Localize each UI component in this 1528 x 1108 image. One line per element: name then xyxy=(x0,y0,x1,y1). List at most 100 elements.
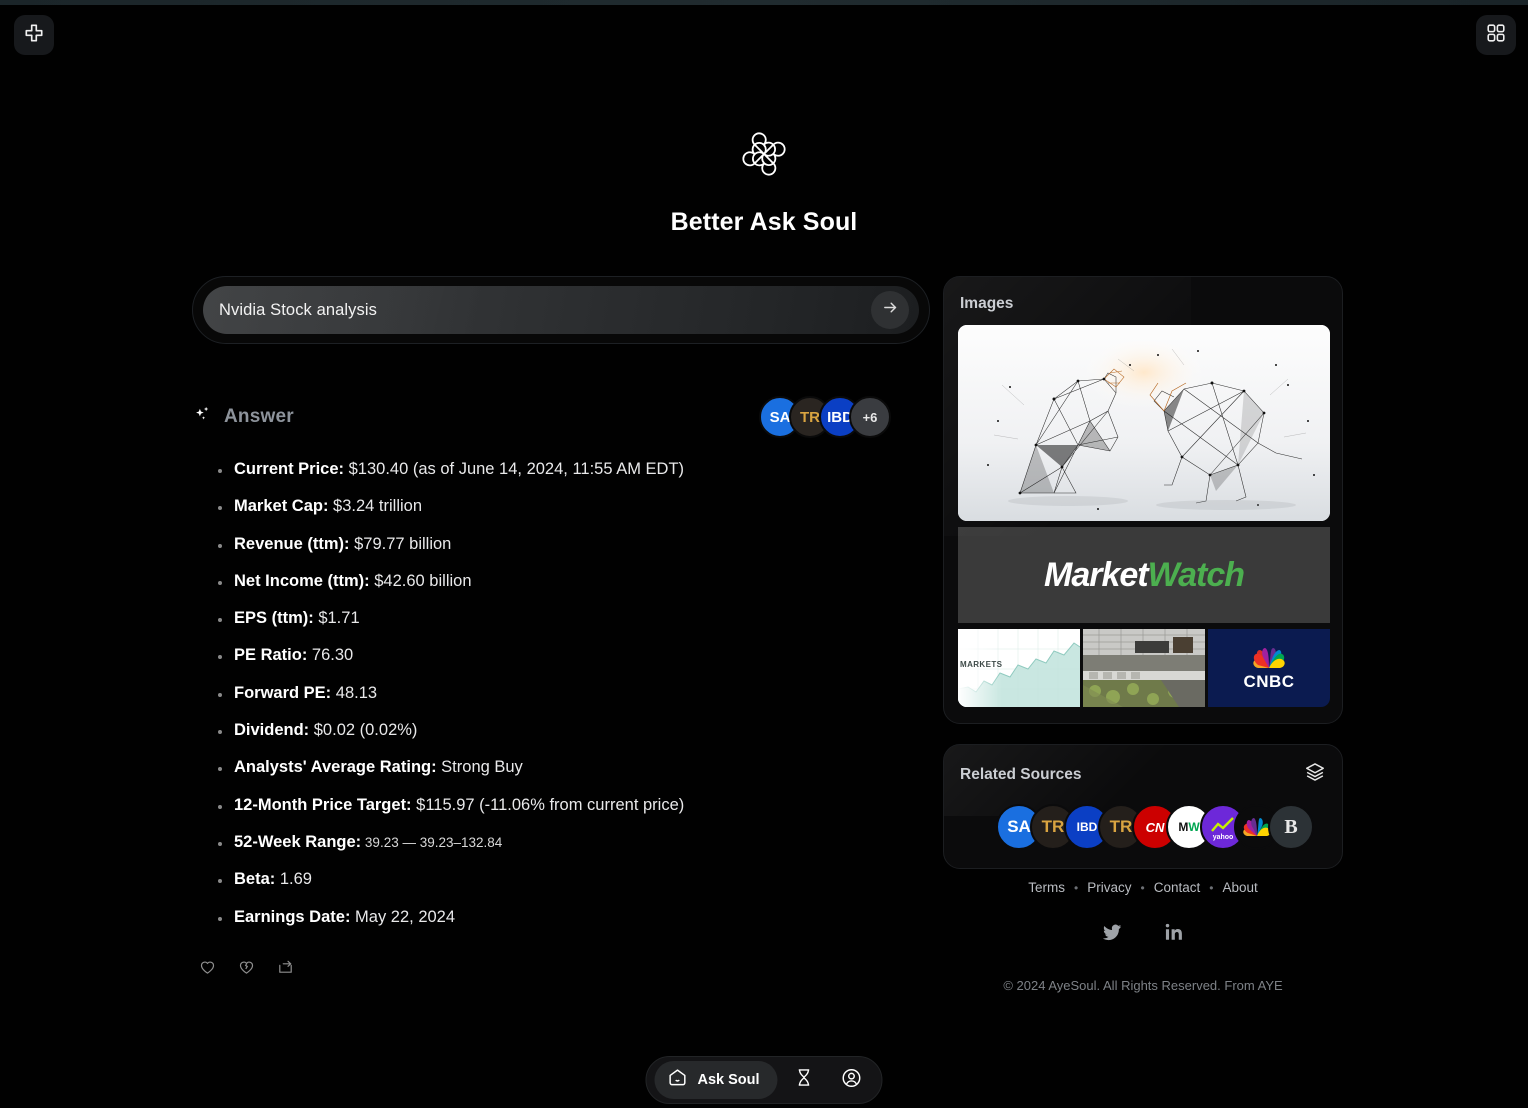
answer-bullet-value: $0.02 (0.02%) xyxy=(309,721,418,740)
sparkles-icon xyxy=(192,404,214,431)
svg-text:yahoo: yahoo xyxy=(1213,834,1234,841)
marketwatch-banner[interactable]: MarketWatch xyxy=(958,527,1330,623)
answer-reactions xyxy=(198,957,932,981)
answer-bullet-label: Analysts' Average Rating: xyxy=(234,758,437,777)
search-submit-button[interactable] xyxy=(871,291,909,329)
share-button[interactable] xyxy=(276,957,295,981)
aerial-rooftop-thumbnail[interactable] xyxy=(1083,629,1205,707)
answer-bullet-label: Revenue (ttm): xyxy=(234,534,350,553)
answer-bullet-item: Current Price: $130.40 (as of June 14, 2… xyxy=(192,460,932,480)
footer-link-about[interactable]: About xyxy=(1222,880,1257,895)
history-button[interactable] xyxy=(782,1061,826,1099)
answer-bullet-value: 39.23 — 39.23–132.84 xyxy=(361,834,503,850)
new-chat-button[interactable] xyxy=(14,15,54,55)
like-button[interactable] xyxy=(198,957,217,981)
answer-column: Nvidia Stock analysis Answer SA TR IBD +… xyxy=(192,276,932,981)
bottom-navigation-bar: Ask Soul xyxy=(645,1056,883,1104)
marketwatch-logo-market: Market xyxy=(1044,555,1149,594)
ask-soul-button[interactable]: Ask Soul xyxy=(654,1061,778,1099)
search-input-value: Nvidia Stock analysis xyxy=(219,300,377,319)
marketwatch-logo-watch: Watch xyxy=(1147,555,1245,594)
markets-thumbnail-label: MARKETS xyxy=(960,660,1003,669)
search-input-field[interactable]: Nvidia Stock analysis xyxy=(203,286,919,334)
answer-bullet-item: Analysts' Average Rating: Strong Buy xyxy=(192,758,932,778)
answer-bullet-value: May 22, 2024 xyxy=(350,907,456,926)
grid-apps-icon xyxy=(1485,22,1507,49)
answer-bullet-value: 1.69 xyxy=(275,870,312,889)
answer-bullet-item: Dividend: $0.02 (0.02%) xyxy=(192,721,932,741)
source-avatar-more-badge[interactable]: +6 xyxy=(849,396,891,438)
sidebar-column: Images MarketWatch MARKETS CNBC Related … xyxy=(943,276,1343,869)
answer-bullet-label: Net Income (ttm): xyxy=(234,571,370,590)
footer-separator: • xyxy=(1209,880,1214,895)
answer-bullet-item: 52-Week Range: 39.23 — 39.23–132.84 xyxy=(192,833,932,853)
image-thumbnail-row: MARKETS CNBC xyxy=(958,629,1330,707)
answer-bullet-value: Strong Buy xyxy=(436,758,523,777)
top-accent-strip xyxy=(0,0,1528,5)
markets-chart-thumbnail[interactable]: MARKETS xyxy=(958,629,1080,707)
answer-bullet-label: Earnings Date: xyxy=(234,907,351,926)
answer-source-avatars[interactable]: SA TR IBD +6 xyxy=(759,396,891,438)
answer-bullet-label: Market Cap: xyxy=(234,497,329,516)
cnbc-thumbnail[interactable]: CNBC xyxy=(1208,629,1330,707)
answer-bullet-value: 48.13 xyxy=(331,683,378,702)
cnbc-peacock-icon xyxy=(1253,648,1285,668)
answer-bullet-item: Earnings Date: May 22, 2024 xyxy=(192,908,932,928)
answer-bullet-item: 12-Month Price Target: $115.97 (-11.06% … xyxy=(192,796,932,816)
answer-bullet-item: PE Ratio: 76.30 xyxy=(192,646,932,666)
layers-icon[interactable] xyxy=(1304,761,1326,788)
footer-link-terms[interactable]: Terms xyxy=(1028,880,1065,895)
answer-bullet-value: $79.77 billion xyxy=(349,534,452,553)
footer-link-contact[interactable]: Contact xyxy=(1154,880,1201,895)
linkedin-icon[interactable] xyxy=(1163,921,1185,948)
answer-bullet-value: $42.60 billion xyxy=(369,571,472,590)
answer-bullet-item: Revenue (ttm): $79.77 billion xyxy=(192,535,932,555)
footer-copyright: © 2024 AyeSoul. All Rights Reserved. Fro… xyxy=(1003,978,1283,993)
related-sources-title: Related Sources xyxy=(960,765,1082,783)
marketwatch-logo: MarketWatch xyxy=(1044,555,1245,595)
user-circle-icon xyxy=(841,1067,863,1094)
answer-header: Answer SA TR IBD +6 xyxy=(192,396,932,438)
answer-bullet-value: $3.24 trillion xyxy=(328,497,423,516)
images-panel-title: Images xyxy=(960,295,1014,312)
related-sources-avatars[interactable]: SA TR IBD TR CN MW yahoo B xyxy=(960,804,1326,850)
answer-label-group: Answer xyxy=(192,404,294,431)
footer-link-privacy[interactable]: Privacy xyxy=(1087,880,1131,895)
answer-bullet-item: Forward PE: 48.13 xyxy=(192,684,932,704)
images-panel: Images MarketWatch MARKETS CNBC xyxy=(943,276,1343,724)
brand-logo xyxy=(0,128,1528,180)
clover-pinwheel-logo xyxy=(742,132,786,176)
footer: Terms • Privacy • Contact • About © 2024 AyeSo… xyxy=(943,880,1343,993)
apps-grid-button[interactable] xyxy=(1476,15,1516,55)
answer-bullet-value: $1.71 xyxy=(313,609,360,628)
footer-separator: • xyxy=(1074,880,1079,895)
hero-image-bull-bear[interactable] xyxy=(958,325,1330,521)
twitter-icon[interactable] xyxy=(1101,921,1123,948)
answer-bullet-label: Beta: xyxy=(234,870,276,889)
page-title: Better Ask Soul xyxy=(670,208,858,236)
related-sources-panel: Related Sources SA TR IBD TR CN MW yahoo B xyxy=(943,744,1343,869)
dislike-button[interactable] xyxy=(237,957,256,981)
answer-bullet-value: $130.40 (as of June 14, 2024, 11:55 AM E… xyxy=(344,460,685,478)
footer-links: Terms • Privacy • Contact • About xyxy=(943,880,1343,895)
hourglass-icon xyxy=(793,1067,814,1093)
profile-button[interactable] xyxy=(830,1061,874,1099)
answer-bullet-label: Current Price: xyxy=(234,460,345,478)
arrow-right-icon xyxy=(882,299,899,321)
footer-social xyxy=(943,921,1343,948)
answer-bullet-label: 52-Week Range: xyxy=(234,832,362,851)
ask-soul-label: Ask Soul xyxy=(697,1072,760,1088)
bull-and-bear-wireframe xyxy=(958,325,1330,521)
soul-pentagon-icon xyxy=(666,1067,688,1094)
footer-separator: • xyxy=(1140,880,1145,895)
related-sources-header: Related Sources xyxy=(960,761,1326,788)
answer-bullet-label: 12-Month Price Target: xyxy=(234,795,412,814)
answer-bullet-item: EPS (ttm): $1.71 xyxy=(192,609,932,629)
answer-bullet-item: Beta: 1.69 xyxy=(192,870,932,890)
app-root: Better Ask Soul Nvidia Stock analysis An… xyxy=(0,0,1528,1108)
answer-label: Answer xyxy=(224,406,294,427)
related-source-avatar[interactable]: B xyxy=(1268,804,1314,850)
answer-bullet-label: Forward PE: xyxy=(234,683,332,702)
search-bar[interactable]: Nvidia Stock analysis xyxy=(192,276,930,344)
answer-bullet-label: Dividend: xyxy=(234,721,310,740)
